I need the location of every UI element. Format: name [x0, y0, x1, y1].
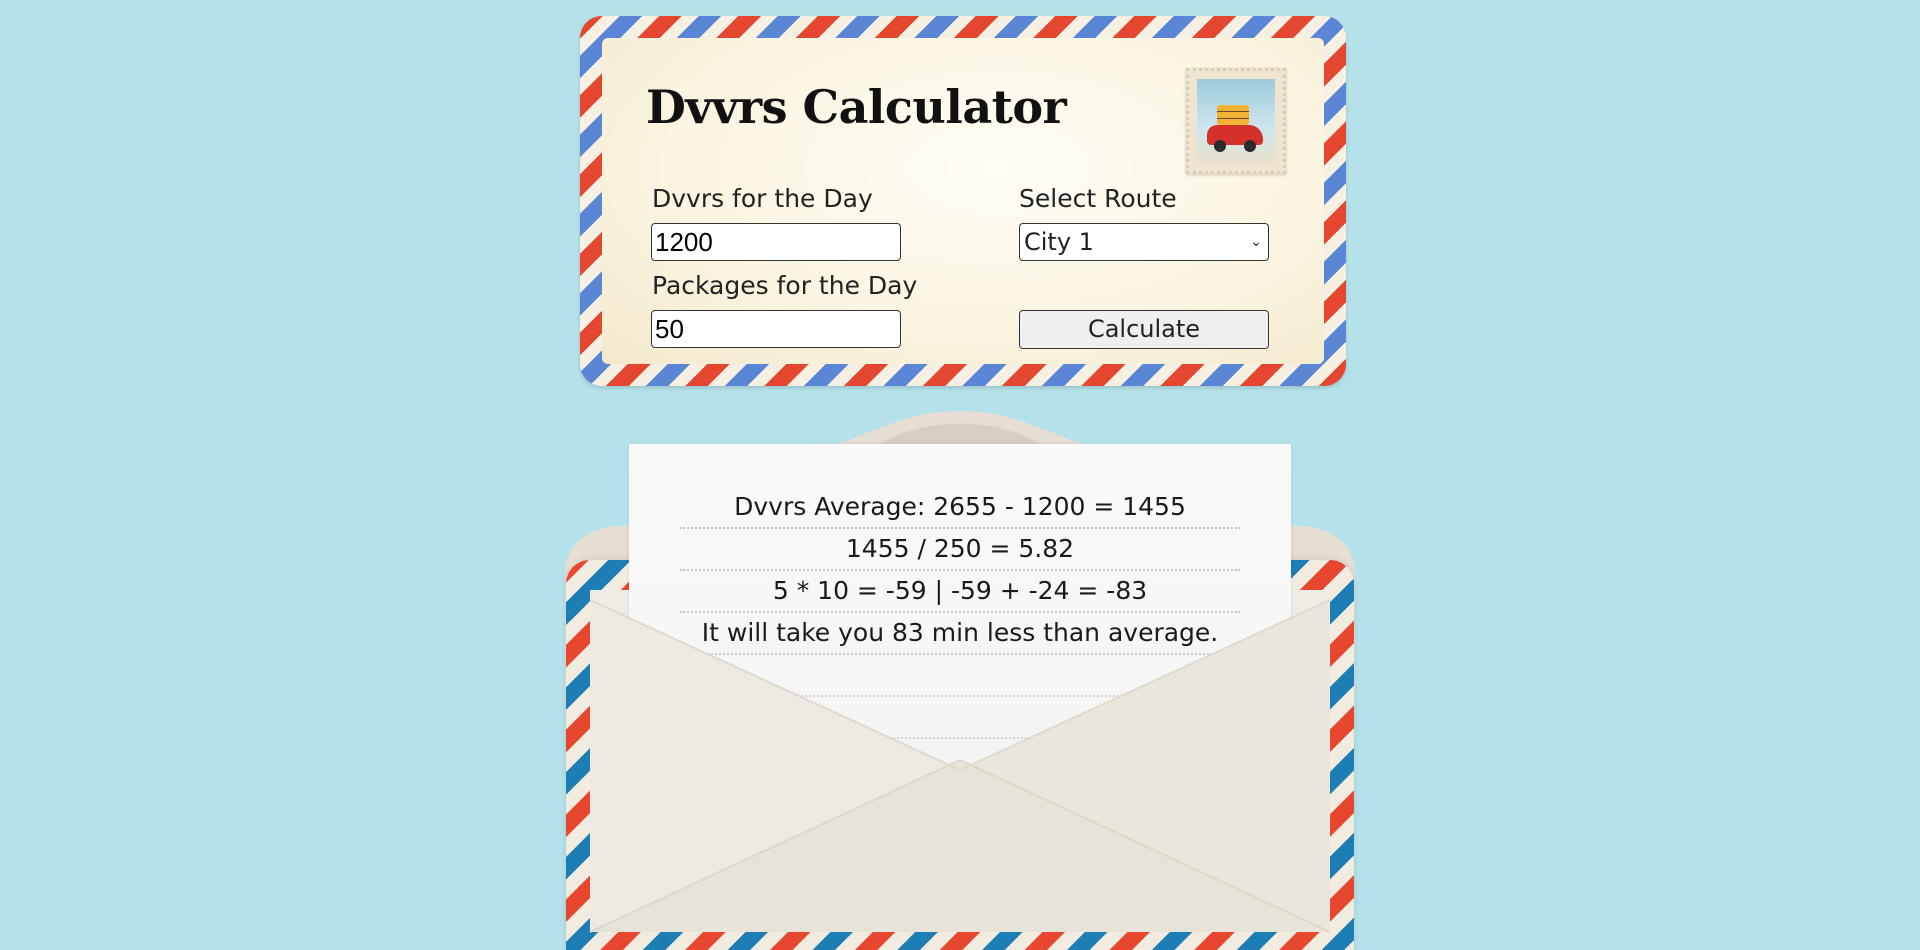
calculate-button[interactable]: Calculate: [1019, 310, 1269, 349]
packages-label: Packages for the Day: [652, 271, 918, 300]
result-line-1: Dvvrs Average: 2655 - 1200 = 1455: [680, 487, 1240, 529]
dvvrs-input[interactable]: [651, 223, 901, 261]
page-title: Dvvrs Calculator: [646, 80, 1067, 134]
result-line-4: It will take you 83 min less than averag…: [680, 613, 1240, 655]
stamp-artwork: [1197, 79, 1275, 163]
blank-ruled-line: [875, 739, 1045, 781]
route-select[interactable]: City 1 ⌄: [1019, 223, 1269, 261]
route-select-value: City 1: [1024, 228, 1094, 256]
car-icon: [1207, 125, 1263, 152]
route-label: Select Route: [1019, 184, 1177, 213]
result-line-2: 1455 / 250 = 5.82: [680, 529, 1240, 571]
calculator-card: Dvvrs Calculator Dvvrs for the Day Selec…: [580, 16, 1346, 386]
dvvrs-label: Dvvrs for the Day: [652, 184, 873, 213]
result-letter: Dvvrs Average: 2655 - 1200 = 1455 1455 /…: [629, 444, 1291, 874]
result-lines: Dvvrs Average: 2655 - 1200 = 1455 1455 /…: [629, 487, 1291, 781]
page-stage: Dvvrs Calculator Dvvrs for the Day Selec…: [0, 0, 1920, 950]
packages-input[interactable]: [651, 310, 901, 348]
blank-ruled-line: [730, 655, 1190, 697]
postage-stamp-icon: [1186, 68, 1286, 174]
blank-ruled-line: [810, 697, 1110, 739]
result-line-3: 5 * 10 = -59 | -59 + -24 = -83: [680, 571, 1240, 613]
chevron-down-icon: ⌄: [1250, 234, 1262, 250]
luggage-icon: [1217, 105, 1249, 125]
